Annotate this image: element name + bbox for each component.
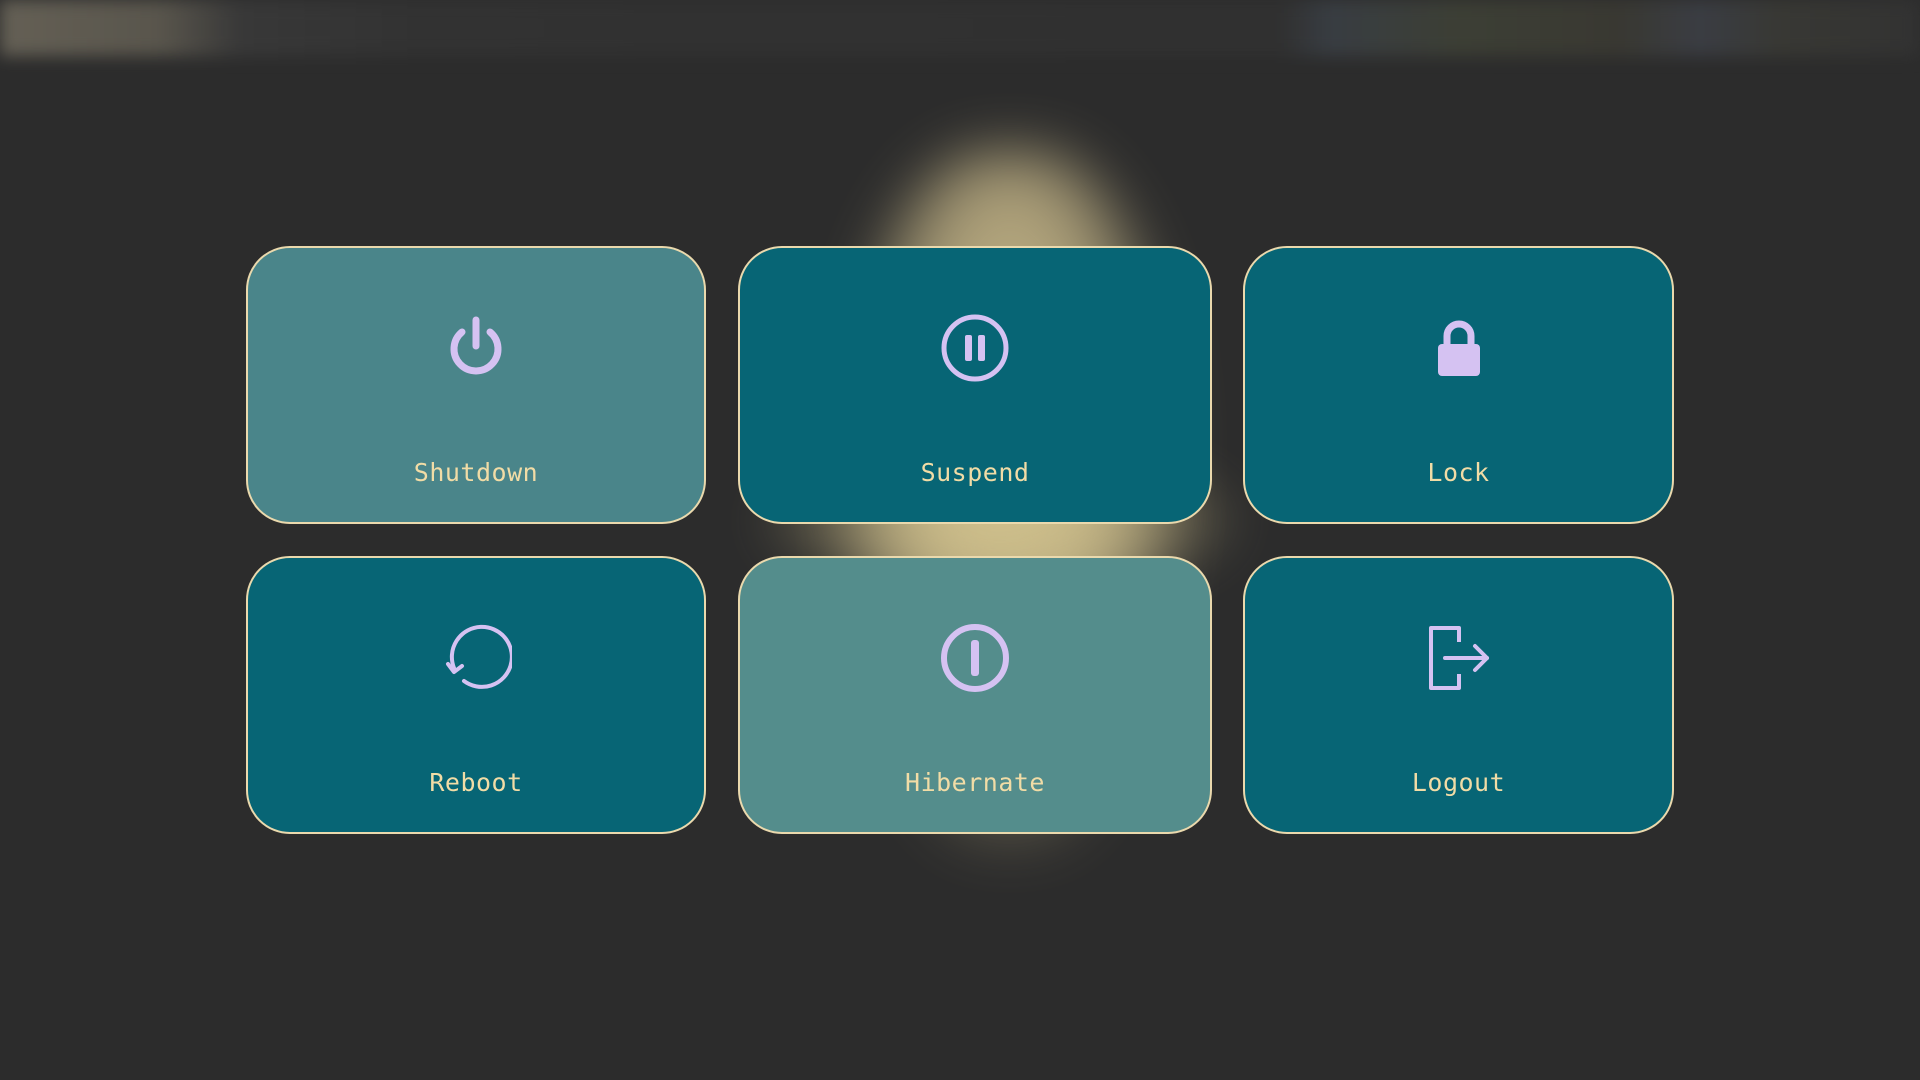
pause-icon [941, 314, 1009, 382]
power-actions-grid: Shutdown Suspend Lock Reboot Hibernate L… [0, 0, 1920, 1080]
suspend-button[interactable]: Suspend [738, 246, 1212, 524]
lock-button[interactable]: Lock [1243, 246, 1674, 524]
reboot-icon [446, 624, 512, 689]
shutdown-label: Shutdown [413, 458, 539, 487]
reboot-label: Reboot [429, 768, 523, 797]
reboot-button[interactable]: Reboot [246, 556, 706, 834]
power-icon [450, 316, 502, 375]
suspend-label: Suspend [920, 458, 1030, 487]
logout-icon [1428, 626, 1489, 690]
logout-button[interactable]: Logout [1243, 556, 1674, 834]
power-menu-screen: Shutdown Suspend Lock Reboot Hibernate L… [0, 0, 1920, 1080]
lock-icon [1437, 320, 1480, 376]
logout-label: Logout [1411, 768, 1506, 797]
hibernate-label: Hibernate [905, 768, 1045, 797]
shutdown-button[interactable]: Shutdown [246, 246, 706, 524]
hibernate-button[interactable]: Hibernate [738, 556, 1212, 834]
lock-label: Lock [1427, 458, 1490, 487]
hibernate-icon [941, 624, 1009, 692]
